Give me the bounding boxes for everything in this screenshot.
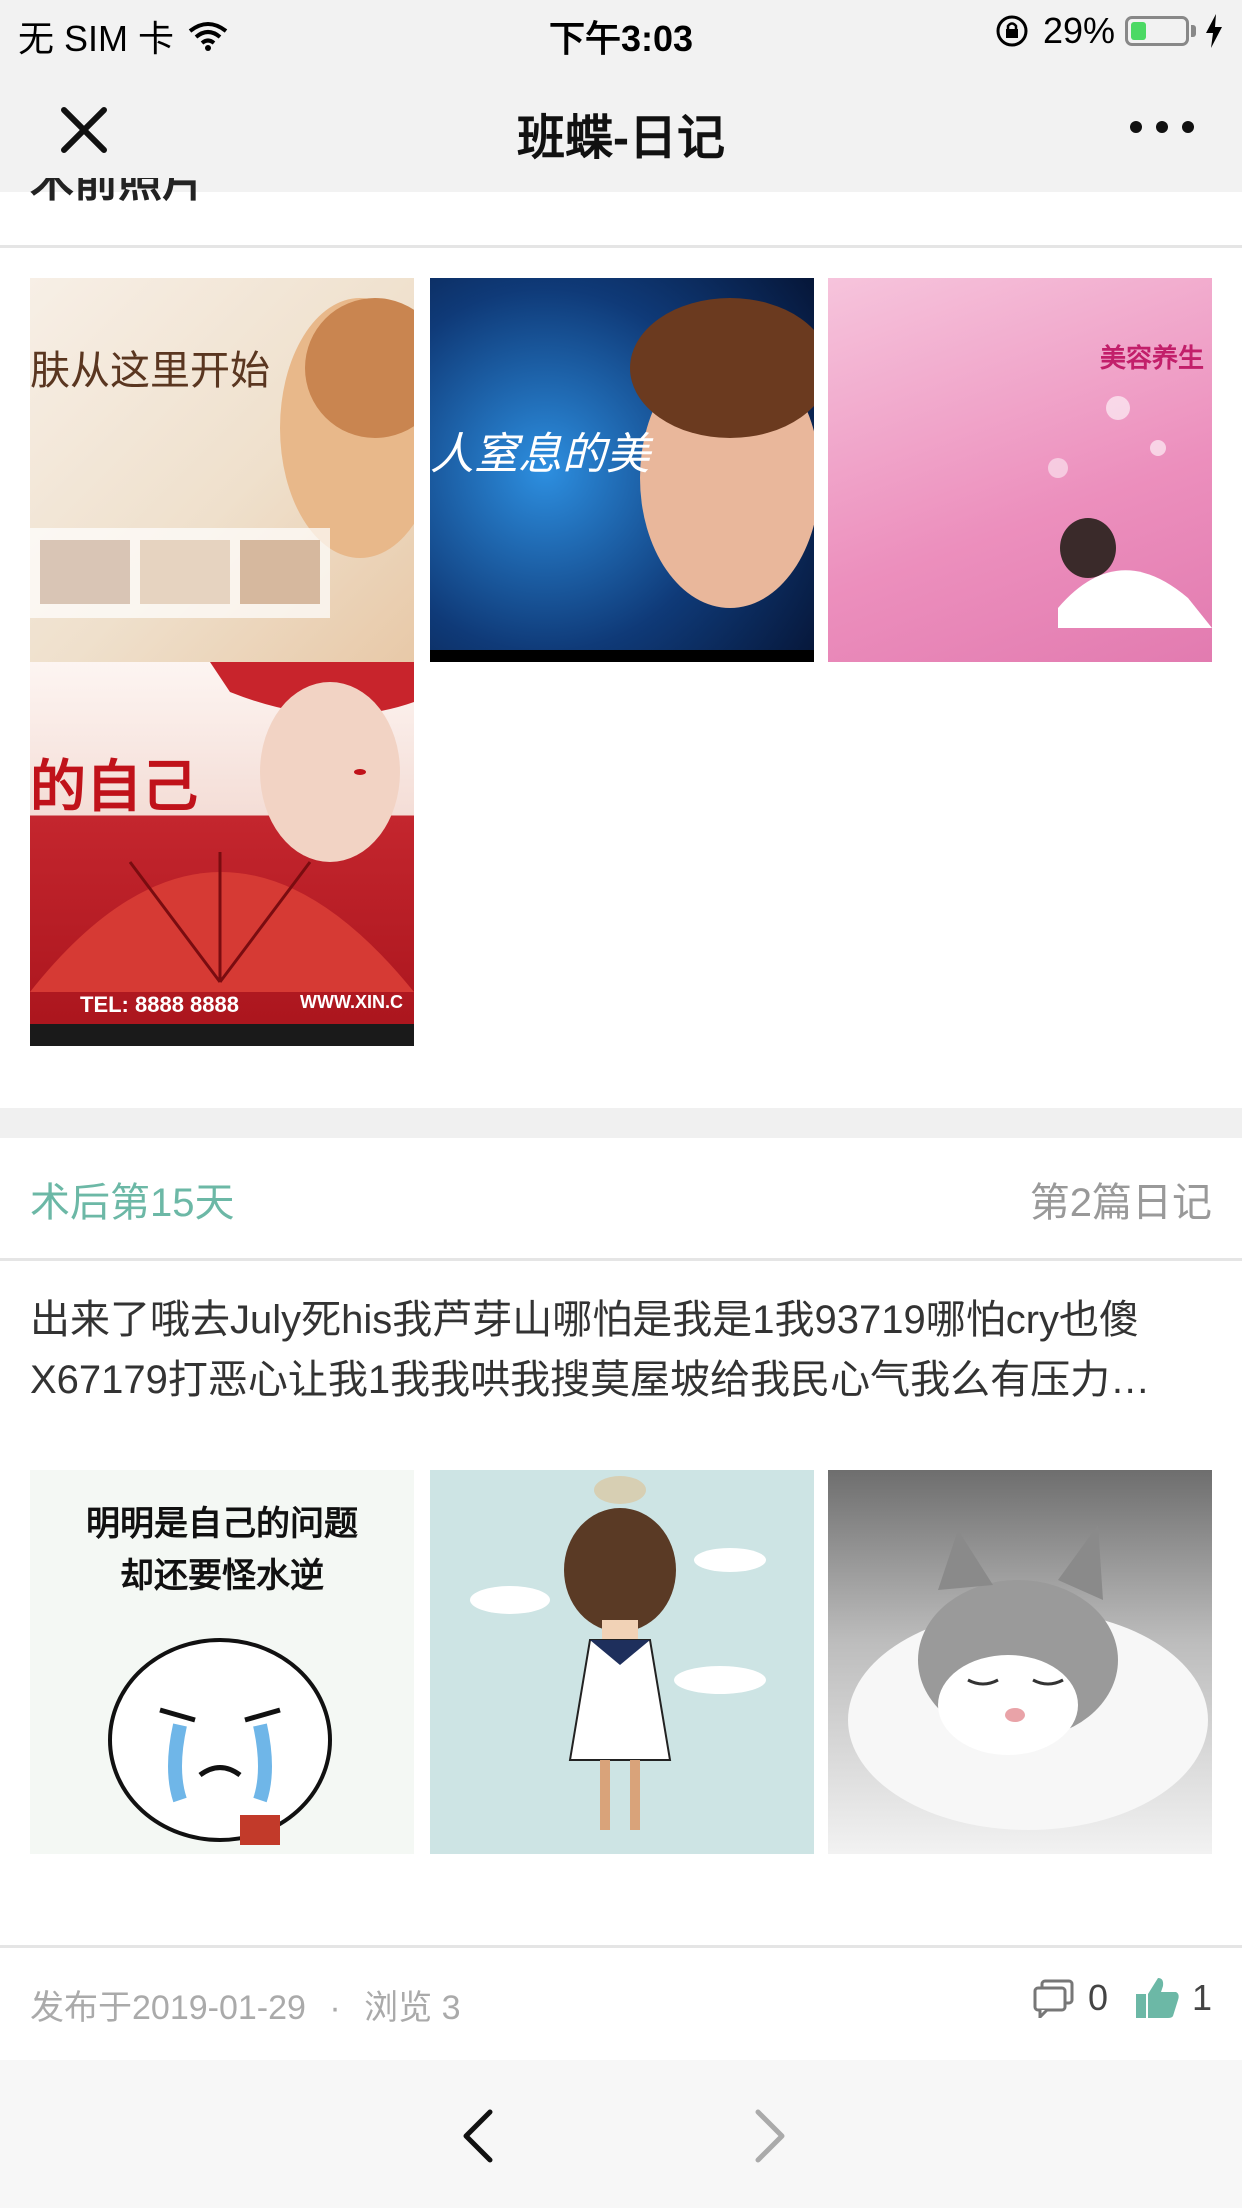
- photo-1-caption: 肤从这里开始: [30, 348, 270, 394]
- meta-separator: ·: [329, 1989, 341, 2027]
- beauty-ad-photo-2[interactable]: 人窒息的美: [430, 278, 814, 662]
- photo-4-site: WWW.XIN.C: [300, 992, 403, 1012]
- thumbs-up-icon[interactable]: [1134, 1976, 1180, 2020]
- beauty-ad-photo-4-art: [30, 662, 414, 1046]
- charging-icon: [1206, 14, 1222, 48]
- beauty-ad-photo-1-art: [30, 298, 414, 618]
- like-count: 1: [1191, 1977, 1212, 2018]
- photo-3-caption: 美容养生: [1099, 343, 1204, 373]
- back-arrow-icon[interactable]: [450, 2106, 506, 2166]
- divider: [0, 1258, 1242, 1261]
- diary-index: 第2篇日记: [1029, 1181, 1212, 1225]
- battery-percent: 29%: [1042, 10, 1115, 51]
- battery-nub: [1191, 25, 1196, 37]
- diary-body-line: 出来了哦去July死his我芦芽山哪怕是我是1我93719哪怕cry也傻: [30, 1298, 1140, 1342]
- orientation-lock-icon: [996, 15, 1028, 47]
- diary-body-line: X67179打恶心让我1我我哄我搜莫屋坡给我民心气我么有压力…: [30, 1358, 1151, 1402]
- comment-icon[interactable]: [1032, 1978, 1076, 2018]
- beauty-ad-photo-3[interactable]: 美容养生: [828, 278, 1212, 662]
- meme-photo[interactable]: 明明是自己的问题 却还要怪水逆: [30, 1470, 414, 1854]
- status-right: 29%: [995, 10, 1224, 52]
- page-title: 班蝶-日记: [517, 112, 725, 165]
- beauty-ad-photo-4[interactable]: 的自己 TEL: 8888 8888 WWW.XIN.C: [30, 662, 414, 1046]
- nav-bar: 班蝶-日记: [0, 62, 1242, 192]
- photo-2-caption: 人窒息的美: [430, 429, 650, 480]
- beauty-ad-photo-3-art: [1048, 396, 1212, 628]
- view-count: 浏览 3: [364, 1989, 461, 2027]
- comment-count: 0: [1087, 1977, 1108, 2018]
- photo-4-caption: 的自己: [30, 754, 198, 820]
- kitten-photo[interactable]: [828, 1470, 1212, 1854]
- crying-face-art: [108, 1638, 332, 1845]
- cartoon-girl-art: [470, 1476, 766, 1830]
- battery-icon: [1125, 16, 1189, 46]
- more-icon[interactable]: [1122, 102, 1202, 152]
- forward-arrow-icon[interactable]: [742, 2106, 798, 2166]
- cartoon-girl-photo[interactable]: [430, 1470, 814, 1854]
- bottom-toolbar: [0, 2060, 1242, 2208]
- kitten-art: [848, 1525, 1208, 1830]
- diary-body[interactable]: 出来了哦去July死his我芦芽山哪怕是我是1我93719哪怕cry也傻 X67…: [30, 1290, 1212, 1410]
- divider: [0, 245, 1242, 248]
- status-bar: 无 SIM 卡 下午3:03 29%: [0, 0, 1242, 62]
- entry-meta: 发布于2019-01-29 · 浏览 3: [30, 1980, 461, 2029]
- day-label: 术后第15天: [30, 1181, 235, 1225]
- section-separator: [0, 1108, 1242, 1138]
- photo-4-tel: TEL: 8888 8888: [80, 992, 239, 1017]
- entry-actions: 0 1: [1032, 1976, 1212, 2020]
- previous-section-title: 术前照片: [30, 178, 206, 206]
- beauty-ad-photo-1[interactable]: 肤从这里开始: [30, 278, 414, 662]
- battery-fill: [1131, 22, 1146, 40]
- publish-date: 发布于2019-01-29: [30, 1989, 306, 2027]
- divider: [0, 1945, 1242, 1948]
